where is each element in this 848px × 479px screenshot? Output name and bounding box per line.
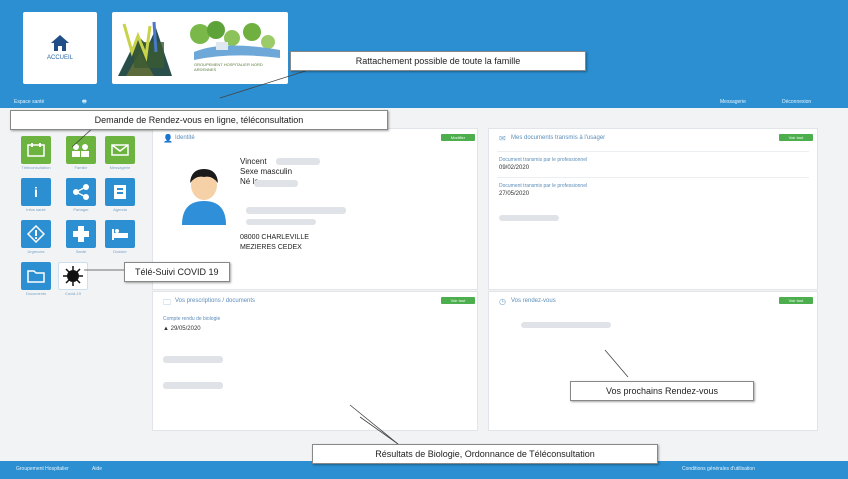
document-1-label[interactable]: Document transmis par le professionnel (499, 157, 587, 163)
clock-icon: ◷ (499, 297, 506, 306)
redacted-lastname (276, 158, 320, 165)
teleconsultation-app[interactable] (21, 136, 51, 164)
app-label-health-info: Infos santé (26, 207, 46, 212)
share-icon (73, 184, 89, 200)
envelope-icon (111, 144, 129, 156)
documents-app[interactable] (21, 262, 51, 290)
redacted-result-2 (163, 356, 223, 363)
covid-app[interactable] (58, 262, 88, 290)
document-2-date: 27/05/2020 (499, 191, 530, 197)
app-label-covid: Covid-19 (64, 291, 81, 296)
appointments-view-all-button[interactable]: Voir tout (779, 297, 813, 304)
footer-terms-link[interactable]: Conditions générales d'utilisation (682, 466, 755, 472)
app-label-family: Famille (74, 165, 88, 170)
patient-cedex: MEZIERES CEDEX (240, 244, 302, 251)
alert-diamond-icon (27, 225, 45, 243)
sub-navigation-bar: Espace santé 🖶 Messagerie Déconnexion (0, 98, 848, 108)
callout-family: Rattachement possible de toute la famill… (290, 51, 586, 71)
virus-icon (63, 266, 83, 286)
document-2-label[interactable]: Document transmis par le professionnel (499, 183, 587, 189)
record-app[interactable] (105, 220, 135, 248)
folder-small-icon: 🗀 (163, 298, 171, 307)
app-label-record: Dossier (113, 249, 127, 254)
patient-edit-button[interactable]: Modifier (441, 134, 475, 141)
patient-address: 08000 CHARLEVILLE MEZIERES CEDEX (240, 233, 309, 253)
app-label-agenda: Agenda (113, 207, 127, 212)
health-app[interactable] (66, 220, 96, 248)
agenda-app[interactable] (105, 178, 135, 206)
callout-appointment: Demande de Rendez-vous en ligne, télécon… (10, 110, 388, 130)
redacted-appointment (521, 322, 611, 328)
emergency-app[interactable] (21, 220, 51, 248)
share-app[interactable] (66, 178, 96, 206)
patient-panel-title: Identité (175, 135, 195, 141)
results-view-all-button[interactable]: Voir tout (441, 297, 475, 304)
documents-panel: ✉ Mes documents transmis à l'usager Voir… (488, 128, 818, 290)
avatar (182, 169, 226, 225)
document-1-date: 09/02/2020 (499, 165, 530, 171)
home-label: ACCUEIL (46, 55, 73, 61)
app-label-share: Partager (73, 207, 89, 212)
results-panel-title: Vos prescriptions / documents (175, 298, 256, 304)
patient-sex: Sexe masculin (240, 167, 293, 176)
home-button[interactable]: ACCUEIL (23, 12, 97, 84)
logo-text: GROUPEMENT HOSPITALIER NORD ARDENNES (194, 62, 263, 72)
app-label-teleconsultation: Téléconsultation (21, 165, 51, 170)
agenda-icon (114, 185, 126, 199)
redacted-address-line1 (246, 207, 346, 214)
hospital-logo: GROUPEMENT HOSPITALIER NORD ARDENNES (112, 12, 288, 84)
info-icon: i (34, 184, 38, 200)
messaging-app[interactable] (105, 136, 135, 164)
messaging-link[interactable]: Messagerie (720, 99, 746, 105)
user-icon: 👤 (163, 134, 173, 143)
callout-next-appointments: Vos prochains Rendez-vous (570, 381, 754, 401)
redacted-birthdate (254, 180, 298, 187)
results-panel: 🗀 Vos prescriptions / documents Voir tou… (152, 291, 478, 431)
calendar-icon (27, 143, 45, 157)
medical-cross-icon (73, 226, 89, 242)
callout-results: Résultats de Biologie, Ordonnance de Tél… (312, 444, 658, 464)
redacted-document-3 (499, 215, 559, 221)
result-1-label[interactable]: Compte rendu de biologie (163, 316, 220, 322)
result-1-date: ▲ 29/05/2020 (163, 326, 201, 332)
apps-sidebar: Téléconsultation Famille Messagerie i In… (12, 128, 140, 304)
appointments-panel-title: Vos rendez-vous (511, 298, 556, 304)
app-label-documents: Documents (25, 291, 47, 296)
documents-panel-title: Mes documents transmis à l'usager (511, 135, 606, 141)
health-info-app[interactable]: i (21, 178, 51, 206)
top-header: ACCUEIL GROUPEMENT HOSPITALIER NORD ARDE… (0, 0, 848, 98)
footer-org-link[interactable]: Groupement Hospitalier (16, 466, 69, 472)
folder-icon (27, 270, 45, 283)
app-label-health: Santé (75, 249, 87, 254)
logout-link[interactable]: Déconnexion (782, 99, 811, 105)
printer-icon[interactable]: 🖶 (82, 99, 87, 107)
redacted-result-3 (163, 382, 223, 389)
patient-city: 08000 CHARLEVILLE (240, 234, 309, 241)
bed-icon (112, 229, 128, 240)
redacted-address-line2 (246, 219, 316, 225)
appointments-panel: ◷ Vos rendez-vous Voir tout (488, 291, 818, 431)
family-icon (72, 144, 89, 157)
callout-covid: Télé-Suivi COVID 19 (124, 262, 230, 282)
footer-help-link[interactable]: Aide (92, 466, 102, 472)
space-link[interactable]: Espace santé (14, 99, 44, 105)
home-icon (51, 35, 69, 51)
envelope-small-icon: ✉ (499, 134, 506, 143)
documents-view-all-button[interactable]: Voir tout (779, 134, 813, 141)
family-app[interactable] (66, 136, 96, 164)
app-label-messaging: Messagerie (109, 165, 131, 170)
app-label-emergency: Urgences (27, 249, 45, 254)
